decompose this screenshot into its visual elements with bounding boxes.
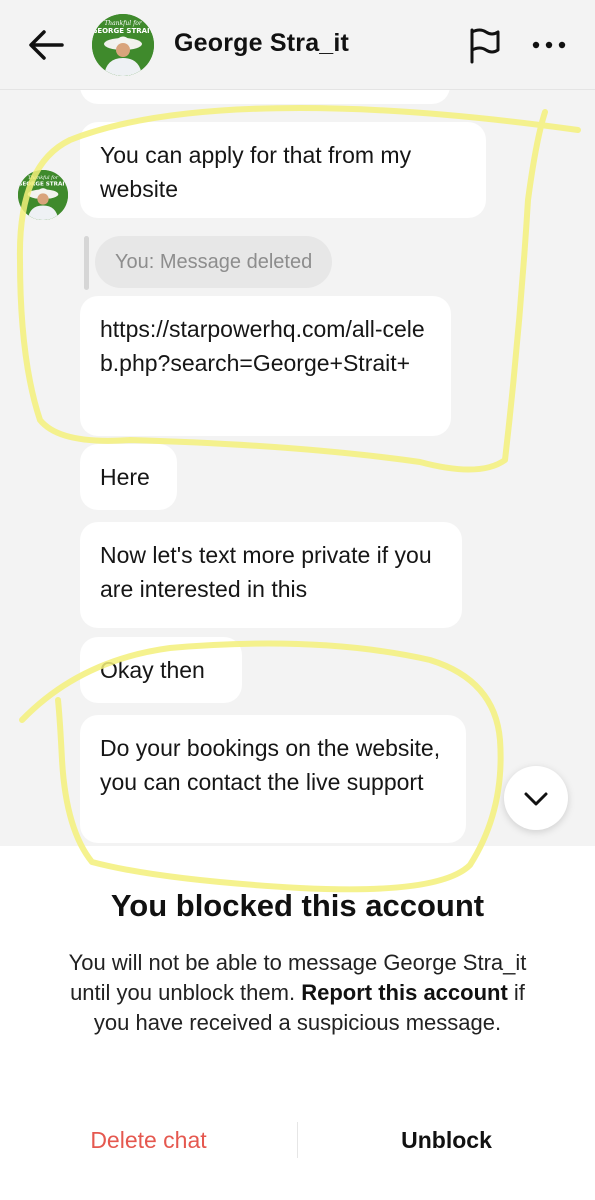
blocked-description: You will not be able to message George S… [50, 948, 545, 1038]
message-bubble[interactable]: Do your bookings on the website, you can… [80, 715, 466, 843]
avatar-script: Thankful for [104, 20, 143, 27]
message-list[interactable]: Thankful for GEORGE STRAIT You can apply… [0, 90, 595, 846]
avatar-image: Thankful for GEORGE STRAIT [92, 14, 154, 76]
message-bubble[interactable]: Here [80, 444, 177, 510]
message-bubble-link[interactable]: https://starpowerhq.com/all-celeb.php?se… [80, 296, 451, 436]
blocked-panel: You blocked this account You will not be… [0, 846, 595, 1200]
arrow-left-icon[interactable] [26, 28, 66, 62]
contact-name[interactable]: George Stra_it [174, 29, 349, 58]
delete-chat-button[interactable]: Delete chat [0, 1116, 297, 1164]
avatar-image: Thankful for GEORGE STRAIT [18, 170, 68, 220]
message-bubble[interactable]: Now let's text more private if you are i… [80, 522, 462, 628]
chevron-down-icon [524, 792, 548, 806]
avatar-script: Thankful for [28, 175, 59, 181]
message-bubble[interactable]: You can apply for that from my website [80, 122, 486, 218]
deleted-message-notice: You: Message deleted [95, 236, 333, 288]
flag-icon[interactable] [464, 26, 504, 66]
reply-indicator [84, 236, 89, 290]
report-account-link[interactable]: Report this account [301, 980, 508, 1005]
blocked-title: You blocked this account [110, 888, 485, 923]
avatar-caption: GEORGE STRAIT [18, 181, 68, 187]
scroll-down-button[interactable] [504, 766, 568, 830]
more-horizontal-icon[interactable] [530, 38, 570, 52]
chat-header: Thankful for GEORGE STRAIT George Stra_i… [0, 0, 595, 90]
avatar[interactable]: Thankful for GEORGE STRAIT [18, 170, 68, 220]
message-bubble[interactable]: Okay then [80, 637, 242, 703]
avatar[interactable]: Thankful for GEORGE STRAIT [92, 14, 154, 76]
avatar-caption: GEORGE STRAIT [92, 27, 154, 35]
message-bubble-partial [80, 90, 450, 104]
unblock-button[interactable]: Unblock [298, 1116, 595, 1164]
